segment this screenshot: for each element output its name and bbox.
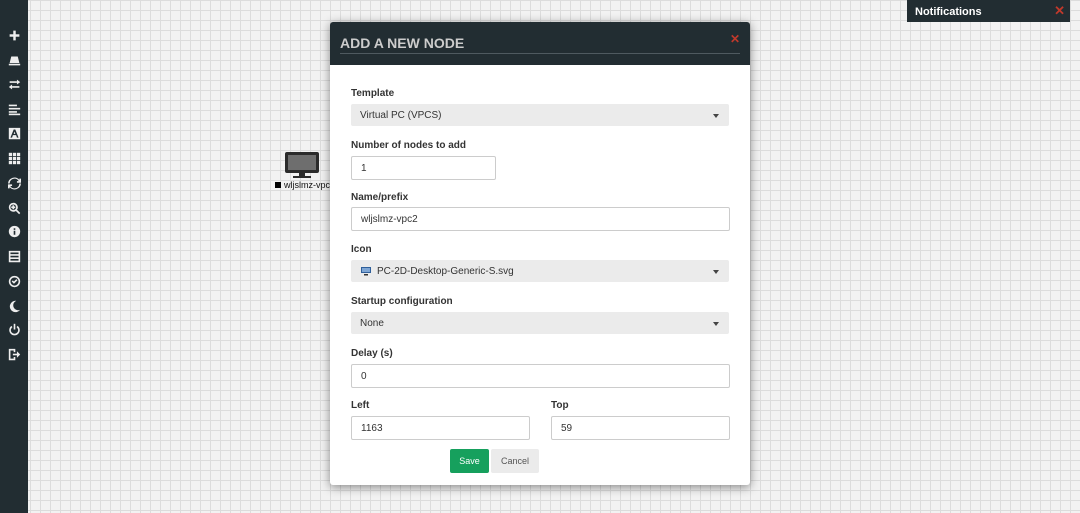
text-icon[interactable] bbox=[5, 124, 23, 142]
add-node-dialog: ADD A NEW NODE ✕ Template Virtual PC (VP… bbox=[330, 22, 750, 485]
dialog-header: ADD A NEW NODE ✕ bbox=[330, 22, 750, 65]
startup-label: Startup configuration bbox=[351, 296, 453, 307]
name-value: wljslmz-vpc2 bbox=[361, 214, 418, 225]
top-value: 59 bbox=[561, 423, 573, 434]
delay-input[interactable]: 0 bbox=[351, 364, 730, 388]
chevron-down-icon bbox=[713, 270, 719, 274]
grid-icon[interactable] bbox=[5, 149, 23, 167]
top-input[interactable]: 59 bbox=[551, 416, 730, 440]
moon-icon[interactable] bbox=[5, 297, 23, 315]
startup-select[interactable]: None bbox=[351, 312, 729, 334]
sidebar bbox=[0, 0, 28, 513]
delay-label: Delay (s) bbox=[351, 348, 393, 359]
icon-value: PC-2D-Desktop-Generic-S.svg bbox=[377, 266, 514, 277]
icon-select[interactable]: PC-2D-Desktop-Generic-S.svg bbox=[351, 260, 729, 282]
startup-configs-icon[interactable] bbox=[5, 100, 23, 118]
networks-icon[interactable] bbox=[5, 75, 23, 93]
info-icon[interactable] bbox=[5, 222, 23, 240]
notifications-close-icon[interactable]: ✕ bbox=[1054, 3, 1065, 19]
template-select[interactable]: Virtual PC (VPCS) bbox=[351, 104, 729, 126]
notifications-title: Notifications bbox=[915, 6, 982, 18]
delay-value: 0 bbox=[361, 371, 367, 382]
canvas-node-name: wljslmz-vpc1 bbox=[284, 180, 336, 190]
add-icon[interactable] bbox=[5, 26, 23, 44]
count-value: 1 bbox=[361, 163, 367, 174]
save-button[interactable]: Save bbox=[450, 449, 489, 473]
list-icon[interactable] bbox=[5, 247, 23, 265]
computer-icon bbox=[285, 152, 319, 178]
logout-icon[interactable] bbox=[5, 345, 23, 363]
canvas-node[interactable]: wljslmz-vpc1 bbox=[272, 151, 335, 193]
check-icon[interactable] bbox=[5, 272, 23, 290]
icon-label: Icon bbox=[351, 244, 372, 255]
left-input[interactable]: 1163 bbox=[351, 416, 530, 440]
header-divider bbox=[340, 53, 740, 54]
chevron-down-icon bbox=[713, 322, 719, 326]
computer-icon bbox=[361, 267, 371, 276]
count-input[interactable]: 1 bbox=[351, 156, 496, 180]
node-status-indicator bbox=[275, 182, 281, 188]
canvas-node-label: wljslmz-vpc1 bbox=[275, 180, 335, 190]
power-icon[interactable] bbox=[5, 320, 23, 338]
left-value: 1163 bbox=[361, 423, 383, 434]
chevron-down-icon bbox=[713, 114, 719, 118]
dialog-title: ADD A NEW NODE bbox=[340, 35, 465, 51]
top-label: Top bbox=[551, 400, 569, 411]
zoom-icon[interactable] bbox=[5, 199, 23, 217]
cancel-button[interactable]: Cancel bbox=[491, 449, 539, 473]
startup-value: None bbox=[360, 318, 384, 329]
count-label: Number of nodes to add bbox=[351, 140, 466, 151]
close-icon[interactable]: ✕ bbox=[730, 32, 740, 46]
template-label: Template bbox=[351, 88, 395, 99]
template-value: Virtual PC (VPCS) bbox=[360, 110, 442, 121]
left-label: Left bbox=[351, 400, 370, 411]
notifications-panel[interactable]: Notifications ✕ bbox=[907, 0, 1070, 22]
name-label: Name/prefix bbox=[351, 192, 409, 203]
nodes-icon[interactable] bbox=[5, 51, 23, 69]
name-input[interactable]: wljslmz-vpc2 bbox=[351, 207, 730, 231]
refresh-icon[interactable] bbox=[5, 174, 23, 192]
